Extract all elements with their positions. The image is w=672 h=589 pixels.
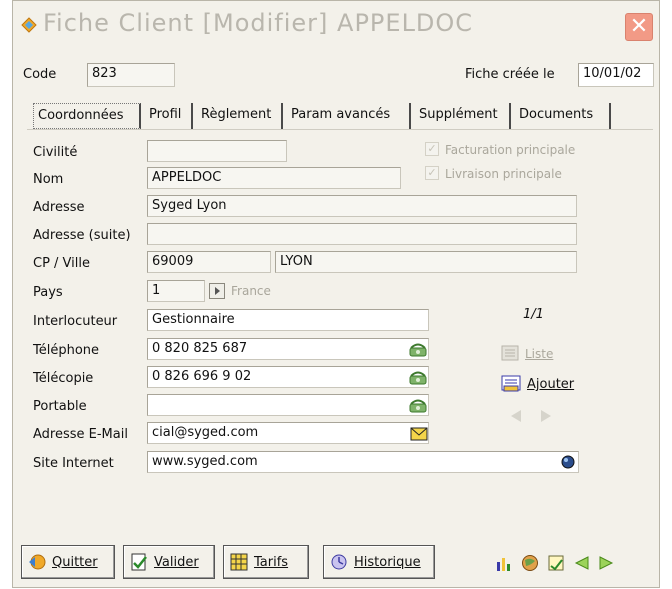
title-bar: Fiche Client [Modifier] APPELDOC ✕ (13, 1, 659, 53)
adresse-suite-label: Adresse (suite) (33, 228, 131, 243)
previous-contact-icon[interactable] (509, 409, 523, 423)
previous-record-icon[interactable] (573, 554, 591, 572)
cp-field[interactable]: 69009 (147, 251, 271, 273)
nom-field[interactable]: APPELDOC (147, 167, 401, 189)
close-button[interactable]: ✕ (625, 13, 653, 41)
tarifs-button[interactable]: Tarifs (223, 545, 309, 579)
pays-label: Pays (33, 285, 63, 300)
history-icon (331, 554, 347, 570)
diamond-icon (21, 17, 37, 33)
historique-label: Historique (354, 554, 421, 570)
price-grid-icon (230, 553, 248, 571)
civilite-field[interactable] (147, 140, 287, 162)
globe-icon[interactable] (559, 454, 577, 470)
created-date-field[interactable]: 10/01/02 (578, 63, 654, 87)
email-field[interactable]: cial@syged.com (147, 422, 429, 444)
livraison-checkbox[interactable]: ✓ (425, 166, 439, 180)
ville-field[interactable]: LYON (275, 251, 577, 273)
validate-icon (131, 553, 147, 571)
exit-icon (29, 554, 46, 570)
site-label: Site Internet (33, 456, 114, 471)
telephone-field[interactable]: 0 820 825 687 (147, 338, 429, 360)
pays-code-field[interactable]: 1 (147, 280, 205, 302)
tab-reglement[interactable]: Règlement (197, 103, 283, 129)
pays-lookup-icon[interactable] (209, 283, 225, 299)
contact-counter: 1/1 (523, 307, 544, 322)
valider-label: Valider (154, 554, 199, 570)
telecopie-field[interactable]: 0 826 696 9 02 (147, 366, 429, 388)
adresse-label: Adresse (33, 200, 85, 215)
code-field[interactable]: 823 (87, 63, 175, 87)
ajouter-button[interactable]: Ajouter (527, 377, 574, 392)
code-label: Code (23, 67, 57, 82)
list-icon (501, 345, 519, 361)
tab-coordonnees[interactable]: Coordonnées (33, 103, 141, 129)
window-title: Fiche Client [Modifier] APPELDOC (43, 9, 474, 37)
add-contact-icon (501, 375, 521, 392)
civilite-label: Civilité (33, 145, 78, 160)
liste-button[interactable]: Liste (525, 347, 553, 361)
tab-profil[interactable]: Profil (145, 103, 193, 129)
historique-button[interactable]: Historique (323, 545, 435, 579)
valider-button[interactable]: Valider (123, 545, 215, 579)
facturation-checkbox[interactable]: ✓ (425, 142, 439, 156)
email-label: Adresse E-Mail (33, 427, 128, 442)
dial-fax-icon[interactable] (409, 369, 427, 385)
client-window: Fiche Client [Modifier] APPELDOC ✕ Code … (12, 0, 660, 588)
created-label: Fiche créée le (465, 67, 555, 82)
interlocuteur-field[interactable]: Gestionnaire (147, 309, 429, 331)
tarifs-label: Tarifs (254, 554, 289, 570)
chart-icon[interactable] (495, 554, 513, 572)
tab-param-avances[interactable]: Param avancés (287, 103, 411, 129)
telecopie-label: Télécopie (33, 371, 94, 386)
world-icon[interactable] (521, 554, 539, 572)
envelope-icon[interactable] (410, 426, 428, 442)
cp-ville-label: CP / Ville (33, 256, 91, 271)
portable-label: Portable (33, 399, 87, 414)
next-contact-icon[interactable] (539, 409, 553, 423)
nom-label: Nom (33, 172, 64, 187)
dial-mobile-icon[interactable] (409, 397, 427, 413)
close-icon: ✕ (629, 14, 649, 39)
tab-supplement[interactable]: Supplément (415, 103, 511, 129)
quitter-label: Quitter (52, 554, 98, 570)
quitter-button[interactable]: Quitter (21, 545, 115, 579)
adresse-suite-field[interactable] (147, 223, 577, 245)
next-record-icon[interactable] (597, 554, 615, 572)
facturation-label: Facturation principale (445, 143, 576, 157)
livraison-label: Livraison principale (445, 167, 562, 181)
pays-name: France (231, 284, 271, 298)
telephone-label: Téléphone (33, 343, 100, 358)
portable-field[interactable] (147, 394, 429, 416)
adresse-field[interactable]: Syged Lyon (147, 195, 577, 217)
site-field[interactable]: www.syged.com (147, 451, 579, 473)
note-icon[interactable] (547, 554, 565, 572)
tab-documents[interactable]: Documents (515, 103, 611, 129)
dial-phone-icon[interactable] (409, 341, 427, 357)
interlocuteur-label: Interlocuteur (33, 314, 118, 329)
